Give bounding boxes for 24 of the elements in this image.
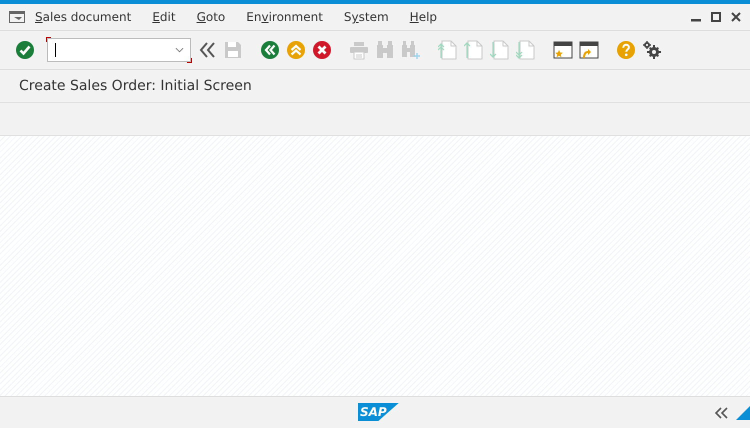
menu-item[interactable]: Help (410, 10, 438, 24)
command-field[interactable] (47, 38, 191, 62)
sap-logo: SAP (358, 403, 399, 421)
maximize-icon[interactable] (711, 12, 721, 22)
menu-icon[interactable] (9, 11, 25, 23)
shortcut-icon[interactable] (579, 40, 599, 60)
menu-item[interactable]: Edit (152, 10, 176, 24)
dropdown-icon[interactable] (175, 47, 184, 53)
menu-item[interactable]: System (344, 10, 389, 24)
enter-icon[interactable] (15, 40, 35, 60)
menu-item[interactable]: Sales document (35, 10, 132, 24)
menu-item[interactable]: Environment (246, 10, 323, 24)
close-icon[interactable] (731, 12, 741, 22)
double-chevron-icon[interactable] (714, 406, 728, 420)
settings-icon[interactable] (642, 40, 662, 60)
resize-grip-icon[interactable] (736, 406, 750, 420)
help-icon[interactable] (616, 40, 636, 60)
double-chevron-icon[interactable] (197, 40, 217, 60)
back-icon[interactable] (260, 40, 280, 60)
screen-title: Create Sales Order: Initial Screen (19, 78, 252, 94)
menu-item[interactable]: Goto (196, 10, 226, 24)
cancel-icon[interactable] (312, 40, 332, 60)
new-window-icon[interactable] (553, 40, 573, 60)
exit-icon[interactable] (286, 40, 306, 60)
